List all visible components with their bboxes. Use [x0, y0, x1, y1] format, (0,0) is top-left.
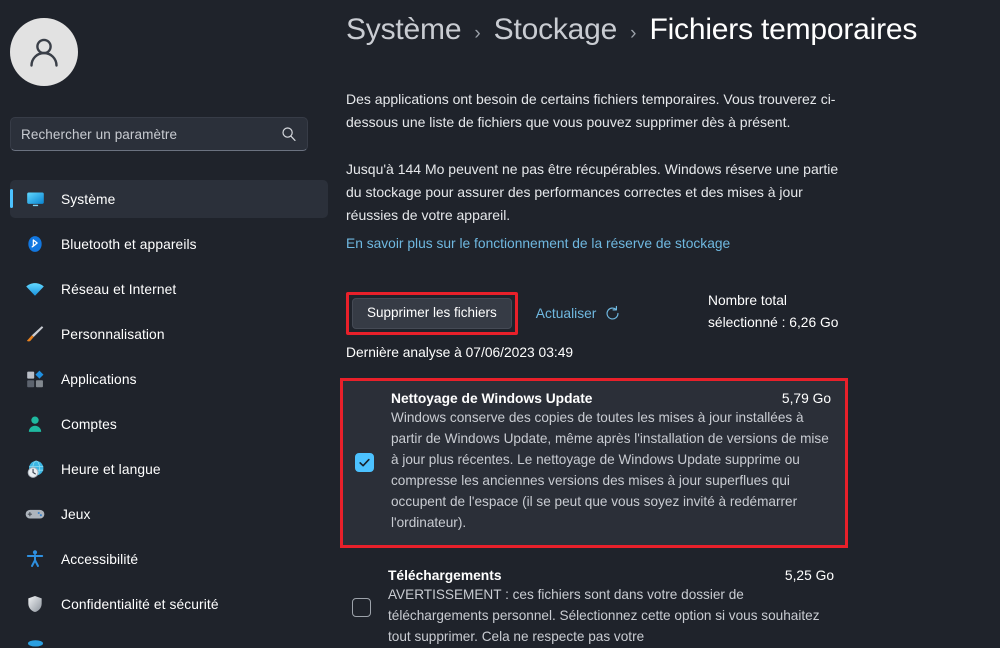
sidebar-item-personnalisation[interactable]: Personnalisation: [10, 315, 328, 353]
breadcrumb-stockage[interactable]: Stockage: [494, 13, 618, 47]
monitor-icon: [24, 188, 46, 210]
breadcrumb: Système › Stockage › Fichiers temporaire…: [346, 13, 917, 47]
file-item-windows-update-cleanup[interactable]: Nettoyage de Windows Update 5,79 Go Wind…: [343, 381, 845, 545]
chevron-right-icon: ›: [630, 23, 637, 44]
file-item-title: Nettoyage de Windows Update: [391, 391, 593, 406]
action-row: Supprimer les fichiers Actualiser: [346, 292, 625, 335]
file-item-size: 5,79 Go: [781, 391, 831, 406]
sidebar-item-jeux[interactable]: Jeux: [10, 495, 328, 533]
checkbox-column: [355, 391, 391, 533]
file-item-size: 5,25 Go: [784, 568, 834, 583]
search-icon: [281, 126, 297, 142]
sidebar-item-label: Personnalisation: [61, 326, 165, 342]
total-selected: Nombre total sélectionné : 6,26 Go: [708, 293, 839, 330]
refresh-button[interactable]: Actualiser: [532, 299, 626, 328]
intro-paragraph-1: Des applications ont besoin de certains …: [346, 91, 836, 130]
sidebar-item-heure-langue[interactable]: Heure et langue: [10, 450, 328, 488]
user-avatar-icon[interactable]: [10, 18, 78, 86]
checkbox-column: [352, 568, 388, 647]
sidebar-item-label: Confidentialité et sécurité: [61, 596, 219, 612]
breadcrumb-systeme[interactable]: Système: [346, 13, 462, 47]
page-title: Fichiers temporaires: [649, 13, 918, 46]
chevron-right-icon: ›: [474, 23, 481, 44]
paintbrush-icon: [24, 323, 46, 345]
avatar[interactable]: [10, 18, 78, 86]
sidebar-item-label: Jeux: [61, 506, 91, 522]
sidebar-item-label: Heure et langue: [61, 461, 161, 477]
temporary-files-list: Nettoyage de Windows Update 5,79 Go Wind…: [340, 378, 860, 648]
sidebar-item-confidentialite[interactable]: Confidentialité et sécurité: [10, 585, 328, 623]
sidebar-item-label: Bluetooth et appareils: [61, 236, 197, 252]
file-checkbox-unchecked[interactable]: [352, 598, 371, 617]
sidebar-nav: Système Bluetooth et appareils Réseau et…: [0, 180, 340, 648]
account-icon: [24, 413, 46, 435]
file-item-body: Nettoyage de Windows Update 5,79 Go Wind…: [391, 391, 831, 533]
sidebar-item-label: Réseau et Internet: [61, 281, 177, 297]
delete-files-button[interactable]: Supprimer les fichiers: [352, 298, 512, 329]
sidebar-item-label: Applications: [61, 371, 137, 387]
bluetooth-icon: [24, 233, 46, 255]
last-scan-text: Dernière analyse à 07/06/2023 03:49: [346, 345, 574, 360]
file-item-telechargements[interactable]: Téléchargements 5,25 Go AVERTISSEMENT : …: [340, 558, 848, 648]
shield-icon: [24, 593, 46, 615]
delete-files-highlight: Supprimer les fichiers: [346, 292, 518, 335]
sidebar-item-label: Système: [61, 191, 116, 207]
settings-window: Rechercher un paramètre Système Bluetoot…: [0, 0, 1000, 648]
sidebar-item-label: Accessibilité: [61, 551, 139, 567]
sidebar-item-applications[interactable]: Applications: [10, 360, 328, 398]
gamepad-icon: [24, 503, 46, 525]
sidebar-item-comptes[interactable]: Comptes: [10, 405, 328, 443]
sidebar-item-windows-update[interactable]: [10, 630, 328, 648]
sidebar-item-reseau[interactable]: Réseau et Internet: [10, 270, 328, 308]
apps-icon: [24, 368, 46, 390]
search-input[interactable]: Rechercher un paramètre: [10, 117, 308, 151]
sidebar: Rechercher un paramètre Système Bluetoot…: [0, 0, 340, 648]
file-item-title: Téléchargements: [388, 568, 502, 583]
sidebar-item-accessibilite[interactable]: Accessibilité: [10, 540, 328, 578]
file-item-header: Nettoyage de Windows Update 5,79 Go: [391, 391, 831, 406]
file-item-description: Windows conserve des copies de toutes le…: [391, 410, 829, 530]
sidebar-item-bluetooth[interactable]: Bluetooth et appareils: [10, 225, 328, 263]
refresh-icon: [604, 305, 621, 322]
learn-more-link[interactable]: En savoir plus sur le fonctionnement de …: [346, 236, 730, 251]
file-item-highlight: Nettoyage de Windows Update 5,79 Go Wind…: [340, 378, 848, 548]
file-item-header: Téléchargements 5,25 Go: [388, 568, 834, 583]
search-placeholder: Rechercher un paramètre: [21, 126, 178, 142]
wifi-icon: [24, 278, 46, 300]
windows-update-icon: [24, 638, 46, 648]
file-item-description: AVERTISSEMENT : ces fichiers sont dans v…: [388, 587, 820, 644]
sidebar-item-label: Comptes: [61, 416, 117, 432]
sidebar-item-systeme[interactable]: Système: [10, 180, 328, 218]
clock-globe-icon: [24, 458, 46, 480]
intro-paragraph-2: Jusqu'à 144 Mo peuvent ne pas être récup…: [346, 161, 839, 223]
refresh-button-label: Actualiser: [535, 305, 597, 321]
file-item-body: Téléchargements 5,25 Go AVERTISSEMENT : …: [388, 568, 834, 647]
main-content: Système › Stockage › Fichiers temporaire…: [340, 0, 1000, 648]
accessibility-icon: [24, 548, 46, 570]
file-checkbox-checked[interactable]: [355, 452, 374, 472]
